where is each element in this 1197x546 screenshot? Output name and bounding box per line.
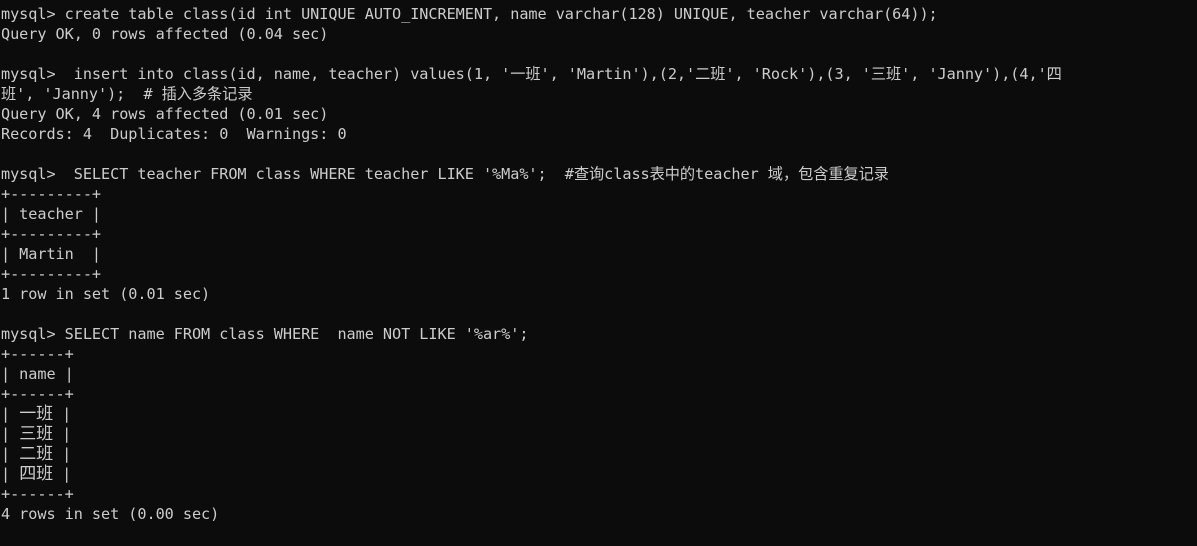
table-border-top: +------+: [1, 345, 74, 363]
cell-right-border: |: [53, 445, 72, 463]
cell-value: 二班: [19, 444, 54, 464]
cell-right-border: |: [53, 425, 72, 443]
table-row: | 四班 |: [0, 464, 1197, 484]
result-insert-records: Records: 4 Duplicates: 0 Warnings: 0: [1, 125, 347, 143]
cell-left-border: |: [1, 405, 20, 423]
result-select-name-footer: 4 rows in set (0.00 sec): [1, 505, 220, 523]
table-row: | 二班 |: [0, 444, 1197, 464]
cell-left-border: |: [1, 465, 20, 483]
result-select-teacher-footer: 1 row in set (0.01 sec): [1, 285, 211, 303]
table-border-top: +---------+: [1, 185, 102, 203]
cell-right-border: |: [53, 465, 72, 483]
table-border-mid: +------+: [1, 385, 74, 403]
command-select-teacher: mysql> SELECT teacher FROM class WHERE t…: [1, 165, 889, 183]
command-select-name: mysql> SELECT name FROM class WHERE name…: [1, 325, 529, 343]
cell-right-border: |: [53, 405, 72, 423]
cell-left-border: |: [1, 445, 20, 463]
command-insert-line1: mysql> insert into class(id, name, teach…: [1, 65, 1062, 83]
result-insert: Query OK, 4 rows affected (0.01 sec): [1, 105, 329, 123]
command-create-table: mysql> create table class(id int UNIQUE …: [1, 5, 938, 23]
cell-value: 三班: [19, 424, 54, 444]
terminal-window[interactable]: mysql> create table class(id int UNIQUE …: [0, 0, 1197, 546]
cell-left-border: |: [1, 425, 20, 443]
table-header-name: | name |: [1, 365, 74, 383]
table-row: | Martin |: [1, 245, 102, 263]
result-create-table: Query OK, 0 rows affected (0.04 sec): [1, 25, 329, 43]
table-border-mid: +---------+: [1, 225, 102, 243]
table-header-teacher: | teacher |: [1, 205, 102, 223]
table-border-bottom: +---------+: [1, 265, 102, 283]
table-border-bottom: +------+: [1, 485, 74, 503]
command-insert-line2: 班', 'Janny'); # 插入多条记录: [1, 85, 253, 103]
cell-value: 四班: [19, 464, 54, 484]
table-row: | 三班 |: [0, 424, 1197, 444]
table-row: | 一班 |: [0, 404, 1197, 424]
cell-value: 一班: [19, 404, 54, 424]
